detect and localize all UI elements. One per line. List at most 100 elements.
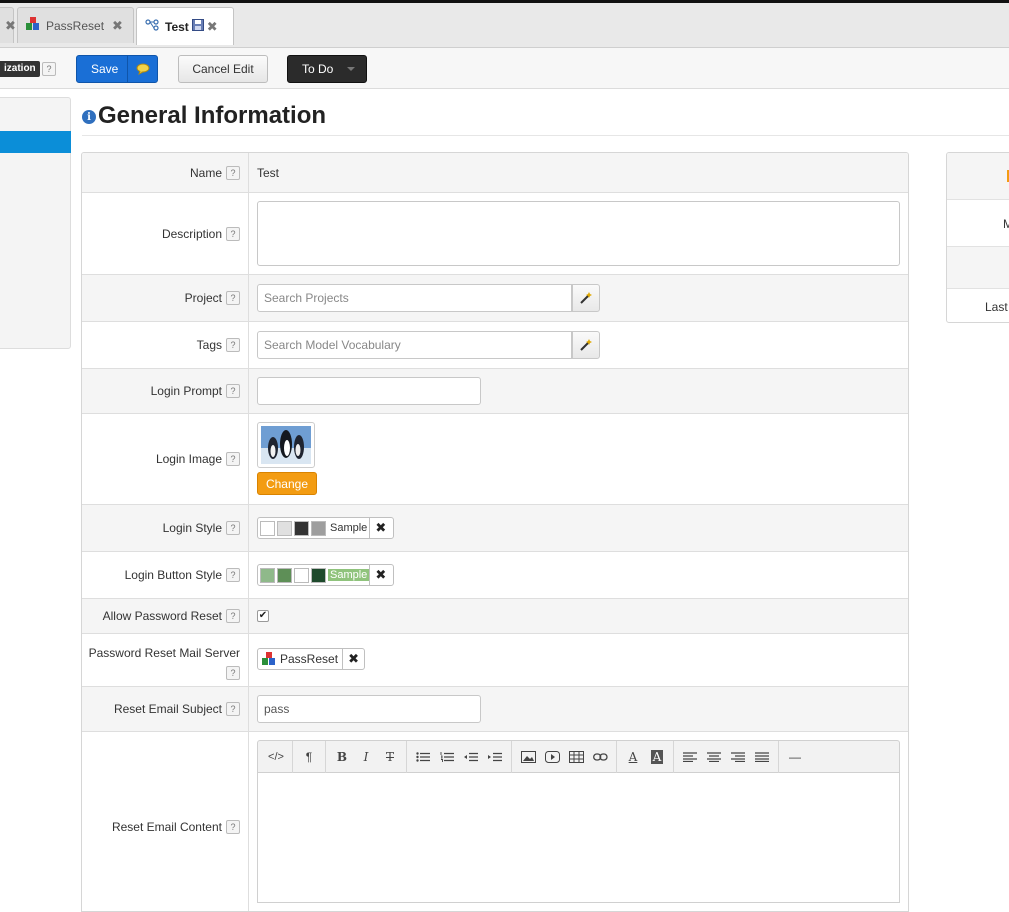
info-icon: i [82,110,96,124]
bullet-list-icon[interactable] [411,746,435,768]
help-icon[interactable]: ? [226,291,240,305]
login-prompt-input[interactable] [257,377,481,405]
swatch [294,520,309,536]
html-source-icon[interactable]: </> [264,746,288,768]
close-icon[interactable]: ✖ [5,18,16,34]
magic-wand-icon[interactable] [572,284,600,312]
video-icon[interactable] [540,746,564,768]
tab-label: Test [165,19,189,34]
mail-server-chip[interactable]: PassReset ✖ [257,648,366,670]
row-description: Description? [82,193,908,275]
sidebar-item-selected[interactable] [0,131,71,153]
todo-label: To Do [302,62,334,76]
field-label: Login Prompt? [82,369,249,413]
mail-server-name: PassReset [280,652,339,666]
panel-row: M [947,200,1009,247]
swatch [277,567,292,583]
help-icon[interactable]: ? [42,62,56,76]
allow-password-reset-checkbox[interactable]: ✔ [257,610,269,622]
numbered-list-icon[interactable] [435,746,459,768]
tab-test[interactable]: Test ✖ [136,7,234,45]
outdent-icon[interactable] [459,746,483,768]
row-login-image: Login Image? Change [82,414,908,505]
field-label: Tags? [82,322,249,368]
strikethrough-icon[interactable]: T [378,746,402,768]
editor-content-area[interactable] [257,773,900,903]
field-label: Description? [82,193,249,274]
description-textarea[interactable] [257,201,900,266]
login-button-style-picker[interactable]: Sample ✖ [257,564,395,586]
clear-icon[interactable]: ✖ [342,648,364,670]
image-icon[interactable] [516,746,540,768]
flow-icon [145,19,159,34]
close-icon[interactable]: ✖ [112,18,123,34]
swatch [311,567,326,583]
row-login-style: Login Style? Sample ✖ [82,505,908,552]
tags-search-input[interactable]: Search Model Vocabulary [257,331,572,359]
help-icon[interactable]: ? [226,521,240,535]
help-icon[interactable]: ? [226,226,240,241]
row-reset-email-subject: Reset Email Subject? pass [82,687,908,732]
field-label: Reset Email Content? [82,732,249,911]
help-icon[interactable]: ? [226,609,240,623]
align-center-icon[interactable] [702,746,726,768]
save-icon[interactable] [191,19,204,34]
paragraph-icon[interactable]: ¶ [297,746,321,768]
tab-passreset[interactable]: PassReset ✖ [17,7,134,43]
save-button[interactable]: Save [76,55,158,83]
style-sample: Sample [330,522,368,534]
project-search-input[interactable]: Search Projects [257,284,572,312]
field-label: Login Style? [82,505,249,551]
panel-row [947,153,1009,200]
login-image-thumbnail[interactable] [257,422,315,468]
table-icon[interactable] [564,746,588,768]
login-style-picker[interactable]: Sample ✖ [257,517,395,539]
help-icon[interactable]: ? [226,452,240,466]
field-label: Project? [82,275,249,321]
bold-icon[interactable]: B [330,746,354,768]
todo-button[interactable]: To Do [287,55,367,83]
help-icon[interactable]: ? [226,665,240,680]
help-icon[interactable]: ? [226,338,240,352]
row-reset-email-content: Reset Email Content? </> ¶ B I T A A — [82,732,908,911]
comment-icon[interactable] [127,56,157,82]
help-icon[interactable]: ? [226,165,240,180]
field-label: Login Image? [82,414,249,504]
tab-label: PassReset [46,18,105,33]
panel-row [947,247,1009,289]
italic-icon[interactable]: I [354,746,378,768]
section-badge: ization [0,61,40,77]
field-label: Reset Email Subject? [82,687,249,731]
clear-icon[interactable]: ✖ [369,517,391,539]
swatch [277,520,292,536]
horizontal-rule-icon[interactable]: — [783,746,807,768]
tab-previous[interactable]: ✖ [0,7,16,43]
help-icon[interactable]: ? [226,384,240,398]
help-icon[interactable]: ? [226,820,240,834]
indent-icon[interactable] [483,746,507,768]
link-icon[interactable] [588,746,612,768]
rich-text-editor: </> ¶ B I T A A — [257,740,900,903]
font-color-icon[interactable]: A [621,746,645,768]
help-icon[interactable]: ? [226,702,240,716]
editor-toolbar: </> ¶ B I T A A — [257,740,900,773]
row-mail-server: Password Reset Mail Server ? PassReset ✖ [82,634,908,687]
align-right-icon[interactable] [726,746,750,768]
tags-search: Search Model Vocabulary [257,331,600,359]
panel-row: Last [985,300,1008,314]
row-login-prompt: Login Prompt? [82,369,908,414]
help-icon[interactable]: ? [226,568,240,582]
divider [82,135,1009,136]
clear-icon[interactable]: ✖ [369,564,391,586]
field-label: Name? [82,153,249,192]
highlight-color-icon[interactable]: A [645,746,669,768]
swatch [260,567,275,583]
close-icon[interactable]: ✖ [207,19,218,35]
magic-wand-icon[interactable] [572,331,600,359]
align-left-icon[interactable] [678,746,702,768]
row-login-button-style: Login Button Style? Sample ✖ [82,552,908,599]
justify-icon[interactable] [750,746,774,768]
cancel-edit-button[interactable]: Cancel Edit [178,55,268,83]
change-image-button[interactable]: Change [257,472,317,495]
reset-subject-input[interactable]: pass [257,695,481,723]
